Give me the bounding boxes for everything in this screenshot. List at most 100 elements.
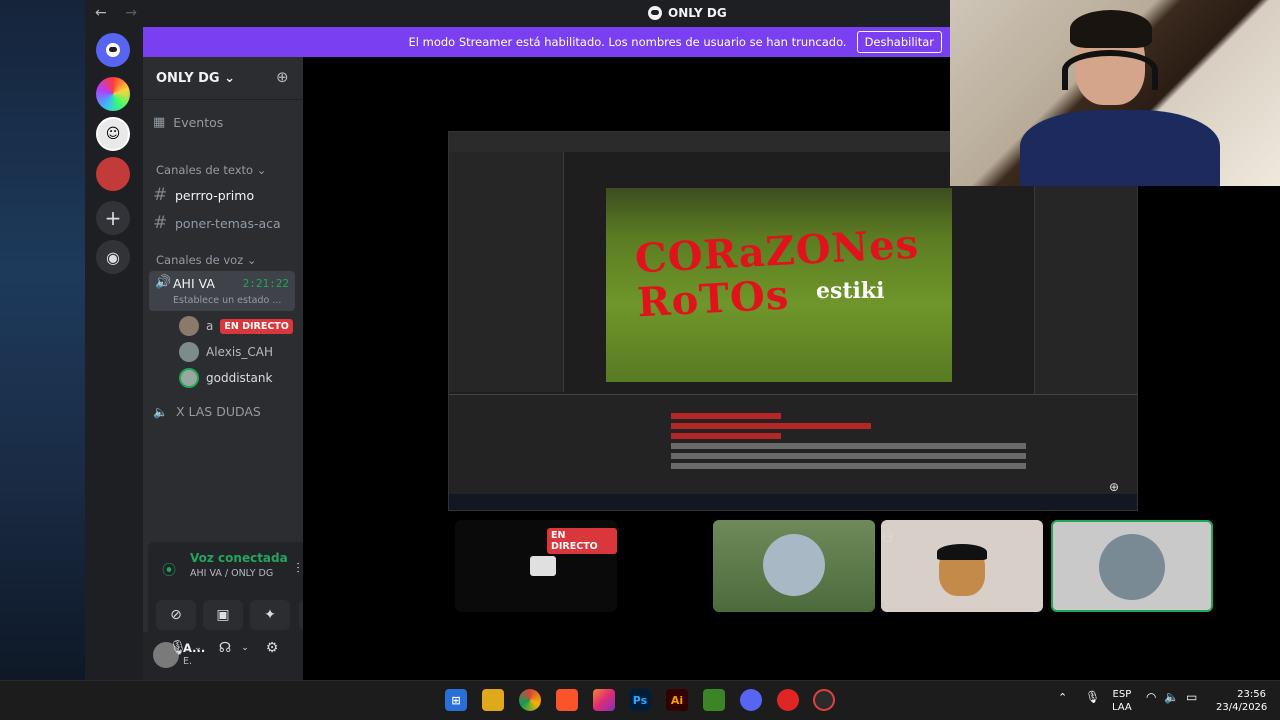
activities-button[interactable]: ✦ <box>250 600 290 630</box>
voice-connected-title[interactable]: Voz conectada <box>190 551 288 565</box>
illustrator-icon[interactable]: Ai <box>666 689 688 711</box>
discord-icon[interactable] <box>740 689 762 711</box>
settings-gear-icon[interactable]: ⚙ <box>259 636 285 660</box>
headset-icon <box>1062 50 1158 90</box>
channel-poner-temas-aca[interactable]: # poner-temas-aca <box>153 213 281 233</box>
voice-user-a[interactable]: a EN DIRECTO <box>179 316 293 336</box>
start-icon[interactable]: ⊞ <box>445 689 467 711</box>
clock-date: 23/4/2026 <box>1216 702 1268 713</box>
speaker-icon: 🔊 <box>155 275 172 290</box>
photoshop-icon[interactable]: Ps <box>629 689 651 711</box>
people-icon[interactable]: ⚇ <box>881 530 894 546</box>
voice-timer: 2:21:22 <box>242 277 289 290</box>
live-badge: EN DIRECTO <box>220 318 293 334</box>
forward-arrow-icon[interactable]: → <box>125 5 137 21</box>
camera-off-icon: ⊘ <box>170 607 182 623</box>
volume-icon[interactable]: 🔈 <box>1164 691 1179 704</box>
voice-category[interactable]: Canales de voz ⌄ <box>156 253 257 267</box>
battery-icon[interactable]: ▭ <box>1186 691 1197 704</box>
tile-participant-2[interactable]: ⌄ ⚇ <box>881 520 1043 612</box>
server-name[interactable]: ONLY DG ⌄ <box>156 71 235 86</box>
tile-screen-share[interactable]: EN DIRECTO <box>455 520 617 612</box>
timeline-track <box>671 433 781 439</box>
mic-options-chevron-icon[interactable]: ⌄ <box>185 636 211 660</box>
tile-participant-3[interactable] <box>1051 520 1213 612</box>
server-icon-rainbow[interactable] <box>96 77 130 111</box>
participant-avatar <box>763 534 825 596</box>
shared-taskbar <box>449 494 1137 510</box>
hashtag-icon: # <box>153 213 168 233</box>
disable-streamer-button[interactable]: Deshabilitar <box>856 31 942 53</box>
app-icon-red[interactable] <box>777 689 799 711</box>
voice-channel-name: AHI VA <box>173 276 215 291</box>
headphones-options-chevron-icon[interactable]: ⌄ <box>232 636 258 660</box>
brave-icon[interactable] <box>556 689 578 711</box>
events-item[interactable]: ▦ Eventos <box>153 115 223 130</box>
live-badge: EN DIRECTO <box>547 528 617 554</box>
add-server-icon[interactable]: + <box>96 201 130 235</box>
clock-time: 23:56 <box>1237 689 1266 700</box>
timeline-track <box>671 423 871 429</box>
screen-share-view[interactable]: CORaZONes RoTOs estiki ⊕ <box>448 131 1138 511</box>
back-arrow-icon[interactable]: ← <box>95 5 107 21</box>
timeline-track <box>671 443 1026 449</box>
channel-label: perrro-primo <box>175 187 255 203</box>
person-shirt <box>1020 110 1220 186</box>
server-icon-only-dg[interactable]: ☺ <box>96 117 130 151</box>
text-category[interactable]: Canales de texto ⌄ <box>156 163 266 177</box>
calendar-icon: ▦ <box>153 115 166 130</box>
composition-preview: CORaZONes RoTOs estiki <box>606 188 952 382</box>
participant-avatar <box>1099 534 1165 600</box>
minecraft-icon[interactable] <box>703 689 725 711</box>
voice-channel-x-las-dudas[interactable]: 🔈 X LAS DUDAS <box>153 404 261 419</box>
tray-mic-icon[interactable]: 🎙 <box>1085 691 1100 704</box>
user-name: goddistank <box>206 371 273 385</box>
language-indicator[interactable]: ESP LAA <box>1112 688 1132 714</box>
avatar <box>179 368 199 388</box>
chrome-icon[interactable] <box>519 689 541 711</box>
timeline-track <box>671 453 1026 459</box>
server-list: ☺ + ◉ <box>85 27 143 680</box>
zoom-icon[interactable]: ⊕ <box>1109 480 1125 496</box>
screen-share-button[interactable]: ▣ <box>203 600 243 630</box>
activities-icon: ✦ <box>264 607 276 623</box>
composition-subtitle: estiki <box>816 278 885 304</box>
tray-chevron-icon[interactable]: ⌃ <box>1058 691 1067 704</box>
timeline-track <box>671 413 781 419</box>
tile-participant-1[interactable] <box>713 520 875 612</box>
voice-channel-ahi-va[interactable]: 🔊 AHI VA 2:21:22 Establece un estado ... <box>149 271 295 311</box>
voice-user-goddistank[interactable]: goddistank <box>179 368 272 388</box>
effects-panel <box>449 152 564 392</box>
timeline-track <box>671 463 1026 469</box>
server-icon-red[interactable] <box>96 157 130 191</box>
camera-off-button[interactable]: ⊘ <box>156 600 196 630</box>
screen-share-icon: ▣ <box>216 607 230 623</box>
avatar <box>179 316 199 336</box>
window-title: ONLY DG <box>648 6 727 20</box>
user-name: Alexis_CAH <box>206 345 274 359</box>
channel-perrro-primo[interactable]: # perrro-primo <box>153 185 254 205</box>
app-icon-chromium[interactable] <box>813 689 835 711</box>
desktop-wallpaper <box>0 0 85 680</box>
windows-taskbar: ⊞ Ps Ai ⌃ 🎙 ESP LAA ◠ 🔈 ▭ 23:56 23/4/202… <box>0 680 1280 720</box>
nav-buttons: ← → <box>95 5 151 21</box>
channel-label: poner-temas-aca <box>175 215 281 231</box>
wifi-icon[interactable]: ◠ <box>1146 691 1156 704</box>
speaker-icon: 🔈 <box>153 404 168 419</box>
composition-title: CORaZONes RoTOs <box>633 220 921 327</box>
monitor-icon <box>530 556 556 576</box>
timeline-panel <box>449 394 1137 494</box>
voice-user-alexis[interactable]: Alexis_CAH <box>179 342 273 362</box>
file-explorer-icon[interactable] <box>482 689 504 711</box>
explore-icon[interactable]: ◉ <box>96 240 130 274</box>
voice-connected-subtitle: AHI VA / ONLY DG <box>190 568 274 579</box>
person-hair <box>1070 10 1152 48</box>
avatar <box>179 342 199 362</box>
instagram-icon[interactable] <box>593 689 615 711</box>
discord-logo-icon <box>106 43 120 57</box>
home-discord-icon[interactable] <box>96 33 130 67</box>
invite-people-icon[interactable]: ⊕ <box>276 68 289 86</box>
language-code: ESP <box>1112 689 1132 700</box>
webcam-overlay <box>950 0 1280 186</box>
clock[interactable]: 23:56 23/4/2026 <box>1216 688 1268 714</box>
